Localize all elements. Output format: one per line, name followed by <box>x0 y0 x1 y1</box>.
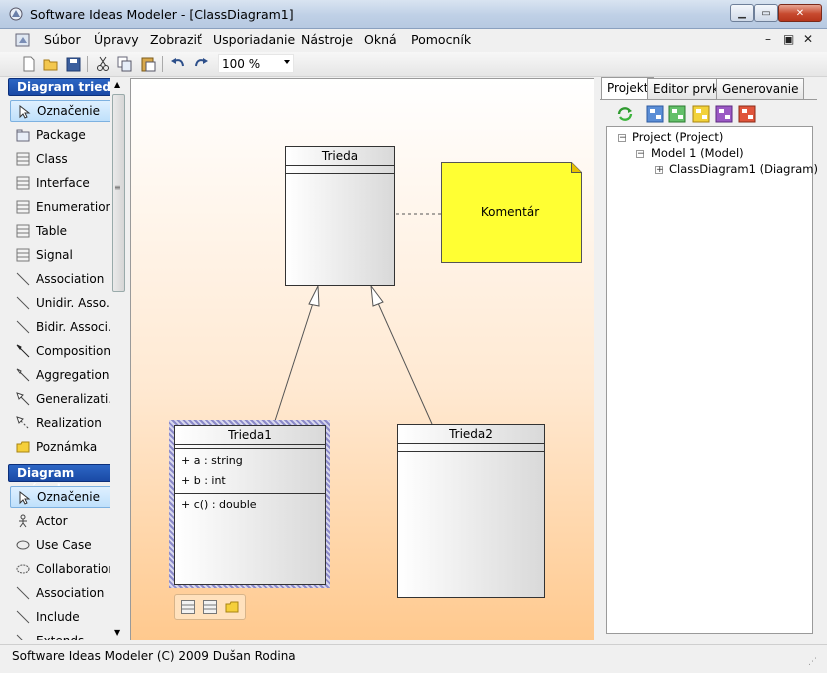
compartment-divider <box>175 448 325 449</box>
add-package-icon[interactable] <box>646 105 664 123</box>
resize-grip-icon[interactable]: ⋰ <box>808 657 817 667</box>
refresh-icon[interactable] <box>616 105 634 123</box>
tree-node-project[interactable]: Project (Project) <box>632 130 723 144</box>
class-name: Trieda2 <box>398 425 544 444</box>
note-text: Komentár <box>480 205 540 219</box>
element-quick-toolbar <box>174 594 246 620</box>
add-diagram-icon[interactable] <box>668 105 686 123</box>
add-element-icon[interactable] <box>692 105 710 123</box>
class-operation[interactable]: + c() : double <box>181 498 257 511</box>
add-table-icon[interactable] <box>203 600 217 614</box>
class-trieda1[interactable]: Trieda1 + a : string + b : int + c() : d… <box>174 425 326 585</box>
generalization-arrowhead <box>370 284 384 307</box>
generalization-arrowhead <box>308 284 320 307</box>
class-attribute[interactable]: + a : string <box>181 454 243 467</box>
tree-node-diagram[interactable]: ClassDiagram1 (Diagram) <box>669 162 818 176</box>
collapse-model-icon[interactable]: − <box>636 150 645 159</box>
class-name: Trieda1 <box>175 426 325 445</box>
add-note-icon[interactable] <box>225 600 239 614</box>
compartment-divider <box>175 493 325 494</box>
class-trieda[interactable]: Trieda <box>285 146 395 286</box>
project-tree[interactable]: − Project (Project) − Model 1 (Model) + … <box>606 126 818 634</box>
add-class-icon[interactable] <box>181 600 195 614</box>
expand-diagram-icon[interactable]: + <box>655 166 664 175</box>
add-model-icon[interactable] <box>715 105 733 123</box>
status-text: Software Ideas Modeler (C) 2009 Dušan Ro… <box>12 649 296 663</box>
compartment-divider <box>398 451 544 452</box>
tab-strip-border <box>600 99 817 100</box>
class-name: Trieda <box>286 147 394 166</box>
generalization-trieda1[interactable] <box>273 302 314 425</box>
generalization-trieda2[interactable] <box>377 302 433 425</box>
delete-item-icon[interactable] <box>738 105 756 123</box>
tree-node-model[interactable]: Model 1 (Model) <box>651 146 744 160</box>
collapse-project-icon[interactable]: − <box>618 134 627 143</box>
tab-generovanie[interactable]: Generovanie <box>716 78 805 99</box>
compartment-divider <box>286 173 394 174</box>
class-trieda2[interactable]: Trieda2 <box>397 424 545 598</box>
class-attribute[interactable]: + b : int <box>181 474 226 487</box>
note-comment[interactable]: Komentár <box>441 162 582 263</box>
status-bar: Software Ideas Modeler (C) 2009 Dušan Ro… <box>0 644 827 673</box>
